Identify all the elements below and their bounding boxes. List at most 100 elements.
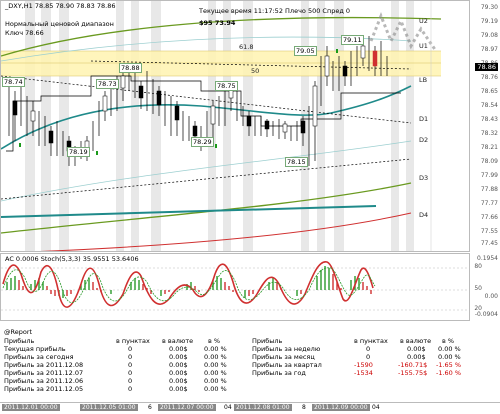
- indicator-canvas[interactable]: [1, 254, 470, 321]
- price-chart-canvas[interactable]: [1, 1, 470, 252]
- row-currency: 0.00$: [169, 361, 188, 369]
- row-percent: -1.60 %: [436, 369, 462, 377]
- price-axis[interactable]: 79.30 79.19 79.08 78.97 78.86 78.76 78.6…: [469, 0, 500, 252]
- row-currency: 0.00$: [169, 345, 188, 353]
- report-row: Прибыль за 2011.12.07 0 0.00$ 0.00 % При…: [4, 369, 464, 377]
- price-tag: 78.73: [96, 79, 119, 89]
- ac-axis-max: 0.1954: [477, 255, 498, 262]
- col-currency: в валюте: [162, 337, 194, 345]
- row-points: 0: [128, 361, 133, 369]
- row-label: Прибыль за 2011.12.05: [4, 385, 84, 393]
- price-tag: 78.75: [215, 81, 238, 91]
- time-label: 04: [372, 404, 380, 411]
- time-label: 2011.12.08 01:00: [234, 404, 292, 411]
- level-label-d4: D4: [419, 211, 429, 219]
- price-tag: 78.88: [119, 63, 142, 73]
- report-row: Прибыль за 2011.12.06 0 0.00$ 0.00 %: [4, 377, 464, 385]
- current-price-box: 78.86: [475, 63, 498, 71]
- col-currency-right: в валюте: [400, 337, 432, 345]
- price-tag: 78.19: [67, 147, 90, 157]
- indicator-label: AC 0.0006 Stoch(5,3,3) 35.9551 53.6406: [5, 255, 139, 263]
- row-label: Прибыль за год: [252, 369, 306, 377]
- axis-tick: 78.54: [480, 102, 498, 109]
- row-percent: -1.65 %: [436, 361, 462, 369]
- level-label-d2: D2: [419, 136, 429, 144]
- row-percent: 0.00 %: [204, 353, 227, 361]
- time-axis[interactable]: 2011.12.01 00:00 2011.12.05 01:00 6 2011…: [0, 402, 500, 414]
- row-currency: -160.71$: [398, 361, 428, 369]
- server-time-label: Текущее время 11:17:52 Плечо 500 Спред 0: [199, 7, 351, 15]
- col-percent-right: в %: [442, 337, 455, 345]
- price-tag: 79.05: [294, 46, 317, 56]
- stoch-level-50: 50: [474, 285, 482, 292]
- row-points: 0: [128, 377, 133, 385]
- ac-histogram: [6, 266, 372, 298]
- row-percent: 0.00 %: [204, 377, 227, 385]
- axis-tick: 77.77: [480, 200, 498, 207]
- row-percent: 0.00 %: [204, 369, 227, 377]
- col-points-right: в пунктах: [354, 337, 388, 345]
- row-label: Прибыль за сегодня: [4, 353, 74, 361]
- row-currency: 0.00$: [169, 385, 188, 393]
- row-currency: 0.00$: [169, 377, 188, 385]
- row-points: -1534: [354, 369, 373, 377]
- axis-tick: 79.08: [480, 32, 498, 39]
- row-label: Прибыль за неделю: [252, 345, 321, 353]
- row-label: Прибыль за 2011.12.08: [4, 361, 84, 369]
- report-row: Текущая прибыль 0 0.00$ 0.00 % Прибыль з…: [4, 345, 464, 353]
- indicator-pane[interactable]: AC 0.0006 Stoch(5,3,3) 35.9551 53.6406: [0, 253, 470, 321]
- axis-tick: 78.97: [480, 46, 498, 53]
- row-points: 0: [128, 369, 133, 377]
- row-currency: 0.00$: [169, 353, 188, 361]
- row-points: -1590: [354, 361, 373, 369]
- row-points: 0: [366, 353, 371, 361]
- report-header-row: Прибыль в пунктах в валюте в % Прибыль в…: [4, 337, 464, 345]
- chart-header: _DXY,H1 78.85 78.90 78.83 78.86: [5, 2, 116, 10]
- col-percent: в %: [208, 337, 221, 345]
- axis-tick: 78.76: [480, 74, 498, 81]
- row-label: Прибыль за 2011.12.07: [4, 369, 84, 377]
- indicator-axis[interactable]: 80 50 20 0.1954 0.00 -0.0904: [469, 253, 500, 321]
- axis-tick: 78.21: [480, 144, 498, 151]
- col-profit: Прибыль: [4, 337, 35, 345]
- time-label: 8: [302, 404, 306, 411]
- main-chart-pane[interactable]: _DXY,H1 78.85 78.90 78.83 78.86 Нормальн…: [0, 0, 470, 252]
- level-label-d1: D1: [419, 115, 429, 123]
- time-label: 2011.12.05 01:00: [80, 404, 138, 411]
- stoch-signal-line: [2, 267, 376, 303]
- price-tag: 78.15: [285, 157, 308, 167]
- row-currency: 0.00$: [407, 345, 426, 353]
- time-label: 04: [224, 404, 232, 411]
- axis-tick: 78.32: [480, 130, 498, 137]
- ac-axis-min: -0.0904: [474, 311, 498, 318]
- row-currency: 0.00$: [169, 369, 188, 377]
- row-label: Прибыль за 2011.12.06: [4, 377, 84, 385]
- row-points: 0: [128, 353, 133, 361]
- row-label: Прибыль за квартал: [252, 361, 322, 369]
- axis-tick: 79.30: [480, 4, 498, 11]
- row-currency: -155.75$: [398, 369, 428, 377]
- row-percent: 0.00 %: [204, 361, 227, 369]
- col-points: в пунктах: [116, 337, 150, 345]
- ac-axis-zero: 0.00: [484, 293, 498, 300]
- row-percent: 0.00 %: [204, 385, 227, 393]
- col-profit-right: Прибыль: [252, 337, 283, 345]
- level-label-d3: D3: [419, 174, 429, 182]
- time-label: 2011.12.07 00:00: [158, 404, 216, 411]
- report-row: Прибыль за 2011.12.08 0 0.00$ 0.00 % При…: [4, 361, 464, 369]
- level-label-lb: LB: [419, 76, 428, 84]
- row-label: Прибыль за месяц: [252, 353, 315, 361]
- stoch-level-80: 80: [474, 263, 482, 270]
- row-points: 0: [128, 385, 133, 393]
- row-currency: 0.00$: [407, 353, 426, 361]
- axis-tick: 78.43: [480, 116, 498, 123]
- row-label: Текущая прибыль: [4, 345, 66, 353]
- time-label: 6: [148, 404, 152, 411]
- axis-tick: 78.09: [480, 158, 498, 165]
- axis-tick: 77.88: [480, 186, 498, 193]
- report-title: @Report: [4, 328, 33, 336]
- axis-tick: 77.55: [480, 228, 498, 235]
- row-points: 0: [128, 345, 133, 353]
- axis-tick: 77.45: [480, 240, 498, 247]
- report-row: Прибыль за сегодня 0 0.00$ 0.00 % Прибыл…: [4, 353, 464, 361]
